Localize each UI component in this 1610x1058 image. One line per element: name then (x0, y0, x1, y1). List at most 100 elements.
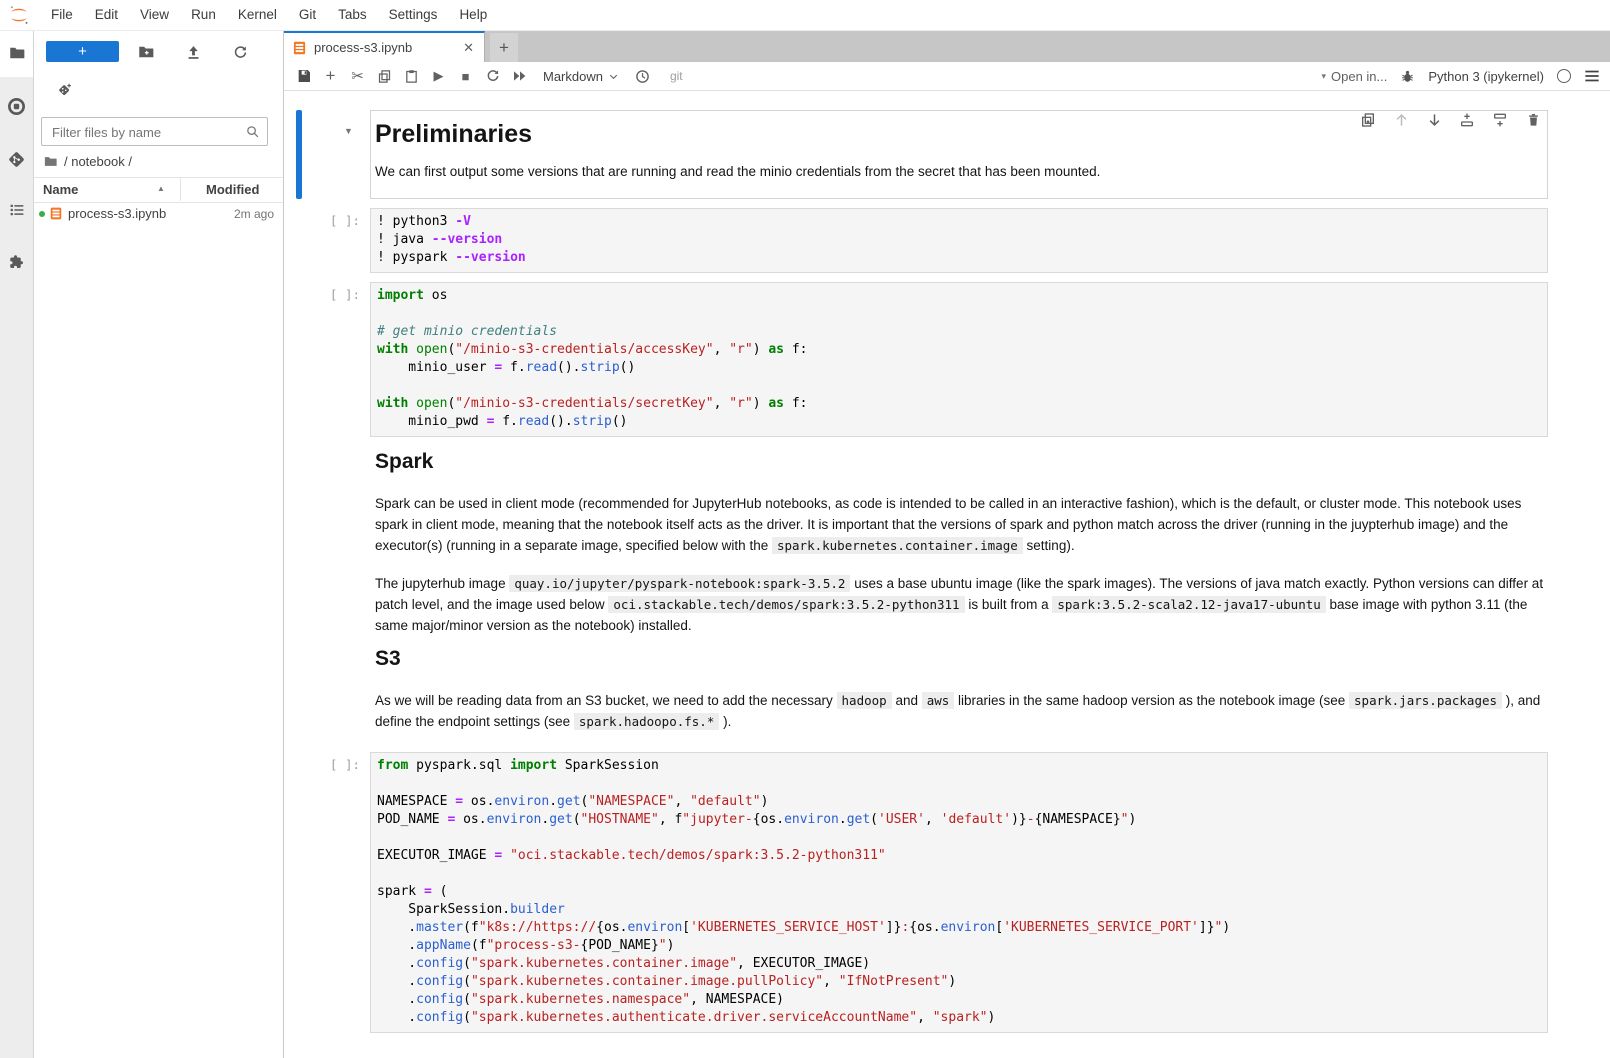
cell-code-spark-session[interactable]: [ ]: from pyspark.sql import SparkSessio… (284, 752, 1610, 1033)
open-in-dropdown[interactable]: ▾ Open in... (1321, 69, 1387, 84)
column-header-name[interactable]: Name (43, 182, 78, 197)
delete-cell-button[interactable] (1524, 111, 1542, 129)
breadcrumb-path[interactable]: / notebook / (64, 154, 132, 169)
menu-help[interactable]: Help (448, 0, 498, 30)
paragraph: Spark can be used in client mode (recomm… (375, 493, 1548, 556)
menu-settings[interactable]: Settings (378, 0, 449, 30)
jupyter-logo-icon (8, 4, 30, 26)
code-editor[interactable]: import os # get minio credentialswith op… (370, 282, 1548, 437)
new-folder-button[interactable] (137, 43, 155, 61)
collapse-heading-icon[interactable]: ▼ (344, 126, 353, 136)
prompt-column: ▼ (284, 110, 370, 199)
upload-button[interactable] (184, 43, 202, 61)
column-divider (180, 178, 181, 201)
prompt-column: [ ]: (284, 282, 370, 437)
file-row-process-s3[interactable]: process-s3.ipynb 2m ago (34, 202, 283, 226)
file-name: process-s3.ipynb (68, 206, 166, 221)
sort-ascending-icon: ▲ (157, 184, 165, 193)
jupyterlab-window: File Edit View Run Kernel Git Tabs Setti… (0, 0, 1610, 1058)
insert-cell-button[interactable]: + (317, 64, 344, 88)
insert-cell-below-button[interactable] (1491, 111, 1509, 129)
main-area: process-s3.ipynb ✕ + + ✂ ▶ ■ (284, 30, 1610, 1058)
notebook-scroll-area[interactable]: ▼ Preliminaries We can first output some… (284, 91, 1610, 1058)
debugger-bug-icon[interactable] (1400, 69, 1415, 84)
file-modified: 2m ago (234, 207, 274, 221)
move-cell-down-button[interactable] (1425, 111, 1443, 129)
menu-tabs[interactable]: Tabs (327, 0, 378, 30)
open-in-label: Open in... (1331, 69, 1387, 84)
menu-file[interactable]: File (40, 0, 84, 30)
new-tab-button[interactable]: + (490, 33, 518, 63)
filter-files-input[interactable] (50, 121, 239, 143)
menu-edit[interactable]: Edit (84, 0, 129, 30)
kernel-name-button[interactable]: Python 3 (ipykernel) (1428, 69, 1544, 84)
cell-markdown-s3[interactable]: S3 As we will be reading data from an S3… (284, 645, 1610, 743)
copy-cells-button[interactable] (371, 64, 398, 88)
heading-s3: S3 (375, 645, 1548, 673)
tab-process-s3[interactable]: process-s3.ipynb ✕ (284, 31, 485, 62)
cell-type-select[interactable]: Markdown (543, 69, 619, 84)
sidebar-tab-table-of-contents[interactable] (0, 193, 33, 227)
move-cell-up-button[interactable] (1392, 111, 1410, 129)
menu-git[interactable]: Git (288, 0, 327, 30)
close-tab-icon[interactable]: ✕ (461, 40, 476, 56)
filter-files-box (41, 117, 268, 146)
sidebar-tab-running-kernels[interactable] (0, 89, 33, 123)
menu-run[interactable]: Run (180, 0, 227, 30)
new-launcher-button[interactable]: + (46, 41, 119, 62)
cell-markdown-spark[interactable]: Spark Spark can be used in client mode (… (284, 446, 1610, 636)
kernel-status-icon[interactable] (1557, 69, 1571, 83)
restart-run-all-button[interactable] (506, 64, 533, 88)
menu-view[interactable]: View (129, 0, 180, 30)
file-browser-panel: + / notebook / Name ▲ M (34, 30, 284, 1058)
heading-spark: Spark (375, 448, 1548, 476)
cut-cells-button[interactable]: ✂ (344, 64, 371, 88)
git-status-label: git (670, 69, 683, 83)
sidebar-tab-file-browser[interactable] (0, 36, 33, 70)
insert-cell-above-button[interactable] (1458, 111, 1476, 129)
dropdown-caret-icon: ▾ (1321, 71, 1326, 82)
stop-kernel-button[interactable]: ■ (452, 64, 479, 88)
paragraph: The jupyterhub image quay.io/jupyter/pys… (375, 573, 1548, 636)
chevron-down-icon (608, 71, 619, 82)
stop-circle-icon (7, 97, 26, 116)
notebook-file-icon (49, 206, 63, 221)
prompt-column (284, 446, 370, 636)
search-icon (245, 124, 260, 139)
save-button[interactable] (290, 64, 317, 88)
run-cell-button[interactable]: ▶ (425, 64, 452, 88)
hamburger-menu-icon[interactable] (1584, 69, 1600, 83)
column-header-modified[interactable]: Modified (206, 182, 259, 197)
paragraph: We can first output some versions that a… (375, 161, 1535, 182)
cell-toolbar (1359, 111, 1542, 129)
paste-cells-button[interactable] (398, 64, 425, 88)
puzzle-icon (8, 253, 26, 271)
code-editor[interactable]: ! python3 -V! java --version! pyspark --… (370, 208, 1548, 273)
restart-kernel-button[interactable] (479, 64, 506, 88)
execution-prompt: [ ]: (330, 213, 360, 228)
cell-type-value: Markdown (543, 69, 603, 84)
file-list-header: Name ▲ Modified (34, 177, 283, 203)
home-folder-icon (43, 154, 58, 169)
breadcrumb[interactable]: / notebook / (43, 152, 132, 170)
code-editor[interactable]: from pyspark.sql import SparkSession NAM… (370, 752, 1548, 1033)
git-clone-button[interactable] (56, 82, 74, 100)
tab-title: process-s3.ipynb (314, 40, 461, 55)
refresh-button[interactable] (231, 43, 249, 61)
sidebar-tab-extensions[interactable] (0, 245, 33, 279)
left-sidebar-strip (0, 30, 34, 1058)
list-icon (8, 201, 26, 219)
sidebar-tab-git[interactable] (0, 142, 33, 176)
cell-code-versions[interactable]: [ ]: ! python3 -V! java --version! pyspa… (284, 208, 1610, 273)
notebook-tab-icon (292, 40, 307, 56)
git-icon (7, 150, 26, 169)
execution-prompt: [ ]: (330, 757, 360, 772)
cell-code-minio-credentials[interactable]: [ ]: import os # get minio credentialswi… (284, 282, 1610, 437)
menu-kernel[interactable]: Kernel (227, 0, 288, 30)
prompt-column: [ ]: (284, 208, 370, 273)
execution-time-icon[interactable] (629, 64, 656, 88)
tab-bar: process-s3.ipynb ✕ + (284, 30, 1610, 63)
duplicate-cell-button[interactable] (1359, 111, 1377, 129)
prompt-column: [ ]: (284, 752, 370, 1033)
paragraph: As we will be reading data from an S3 bu… (375, 690, 1548, 732)
